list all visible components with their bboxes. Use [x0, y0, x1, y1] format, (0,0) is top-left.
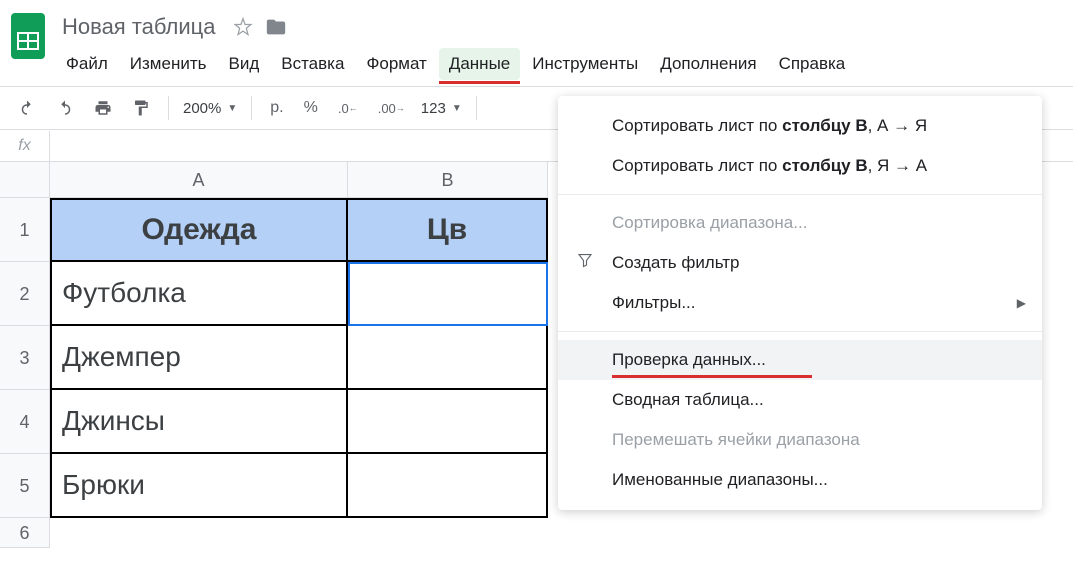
zoom-value: 200% [183, 100, 221, 117]
zoom-select[interactable]: 200% ▼ [179, 96, 241, 121]
menu-sort-range: Сортировка диапазона... [558, 203, 1042, 243]
menu-filters[interactable]: Фильтры... ▶ [558, 283, 1042, 323]
menu-item-label: Проверка данных... [612, 350, 766, 369]
menu-addons[interactable]: Дополнения [650, 48, 766, 80]
decrease-decimal-button[interactable]: .0← [330, 95, 366, 122]
menu-item-label: Создать фильтр [612, 253, 740, 272]
currency-button[interactable]: р. [262, 93, 291, 123]
redo-button[interactable] [48, 93, 82, 123]
toolbar-separator [251, 96, 252, 120]
row-header-3[interactable]: 3 [0, 326, 50, 390]
menu-create-filter[interactable]: Создать фильтр [558, 243, 1042, 283]
menu-edit[interactable]: Изменить [120, 48, 217, 80]
text-bold: столбцу B [782, 116, 868, 135]
menu-tools[interactable]: Инструменты [522, 48, 648, 80]
paint-format-button[interactable] [124, 93, 158, 123]
select-all-corner[interactable] [0, 162, 50, 198]
filter-icon [576, 252, 594, 275]
increase-decimal-button[interactable]: .00→ [370, 95, 413, 122]
menu-named-ranges[interactable]: Именованные диапазоны... [558, 460, 1042, 500]
menu-shuffle: Перемешать ячейки диапазона [558, 420, 1042, 460]
annotation-underline [439, 81, 520, 84]
document-title[interactable]: Новая таблица [56, 12, 221, 42]
cell-a5[interactable]: Брюки [50, 454, 348, 518]
number-format-select[interactable]: 123 ▼ [417, 96, 466, 121]
menu-file[interactable]: Файл [56, 48, 118, 80]
menu-view[interactable]: Вид [218, 48, 269, 80]
menu-data[interactable]: Данные [439, 48, 520, 80]
undo-button[interactable] [10, 93, 44, 123]
cell-a3[interactable]: Джемпер [50, 326, 348, 390]
sheets-logo-icon[interactable] [8, 8, 48, 64]
dropdown-arrow-icon: ▼ [227, 103, 237, 114]
submenu-arrow-icon: ▶ [1017, 296, 1026, 310]
dropdown-arrow-icon: ▼ [452, 103, 462, 114]
row-header-6[interactable]: 6 [0, 518, 50, 548]
cell-b2[interactable] [348, 262, 548, 326]
menu-sort-desc[interactable]: Сортировать лист по столбцу B, Я → А [558, 146, 1042, 186]
toolbar-separator [476, 96, 477, 120]
menubar: Файл Изменить Вид Вставка Формат Данные … [56, 46, 1065, 86]
fx-label[interactable]: fx [0, 131, 50, 161]
data-menu-dropdown: Сортировать лист по столбцу B, А → Я Сор… [558, 96, 1042, 510]
annotation-underline [612, 375, 812, 378]
cell-a2[interactable]: Футболка [50, 262, 348, 326]
menu-separator [558, 331, 1042, 332]
menu-separator [558, 194, 1042, 195]
menu-insert[interactable]: Вставка [271, 48, 354, 80]
text: Сортировать лист по [612, 116, 782, 135]
cell-b1[interactable]: Цв [348, 198, 548, 262]
text: , А → Я [868, 116, 928, 135]
text-bold: столбцу B [782, 156, 868, 175]
toolbar-separator [168, 96, 169, 120]
cell-b4[interactable] [348, 390, 548, 454]
percent-button[interactable]: % [296, 93, 326, 123]
cell-a1[interactable]: Одежда [50, 198, 348, 262]
menu-pivot-table[interactable]: Сводная таблица... [558, 380, 1042, 420]
menu-format[interactable]: Формат [356, 48, 436, 80]
star-icon[interactable] [233, 17, 253, 37]
menu-data-label: Данные [449, 54, 510, 73]
column-header-a[interactable]: A [50, 162, 348, 198]
folder-icon[interactable] [265, 16, 287, 38]
row-header-5[interactable]: 5 [0, 454, 50, 518]
menu-sort-asc[interactable]: Сортировать лист по столбцу B, А → Я [558, 106, 1042, 146]
menu-data-validation[interactable]: Проверка данных... [558, 340, 1042, 380]
row-header-4[interactable]: 4 [0, 390, 50, 454]
cell-b3[interactable] [348, 326, 548, 390]
text: , Я → А [868, 156, 928, 175]
num-format-label: 123 [421, 100, 446, 117]
menu-help[interactable]: Справка [769, 48, 856, 80]
cell-b5[interactable] [348, 454, 548, 518]
row-header-2[interactable]: 2 [0, 262, 50, 326]
row-header-1[interactable]: 1 [0, 198, 50, 262]
print-button[interactable] [86, 93, 120, 123]
cell-a4[interactable]: Джинсы [50, 390, 348, 454]
menu-item-label: Фильтры... [612, 293, 696, 312]
column-header-b[interactable]: B [348, 162, 548, 198]
text: Сортировать лист по [612, 156, 782, 175]
